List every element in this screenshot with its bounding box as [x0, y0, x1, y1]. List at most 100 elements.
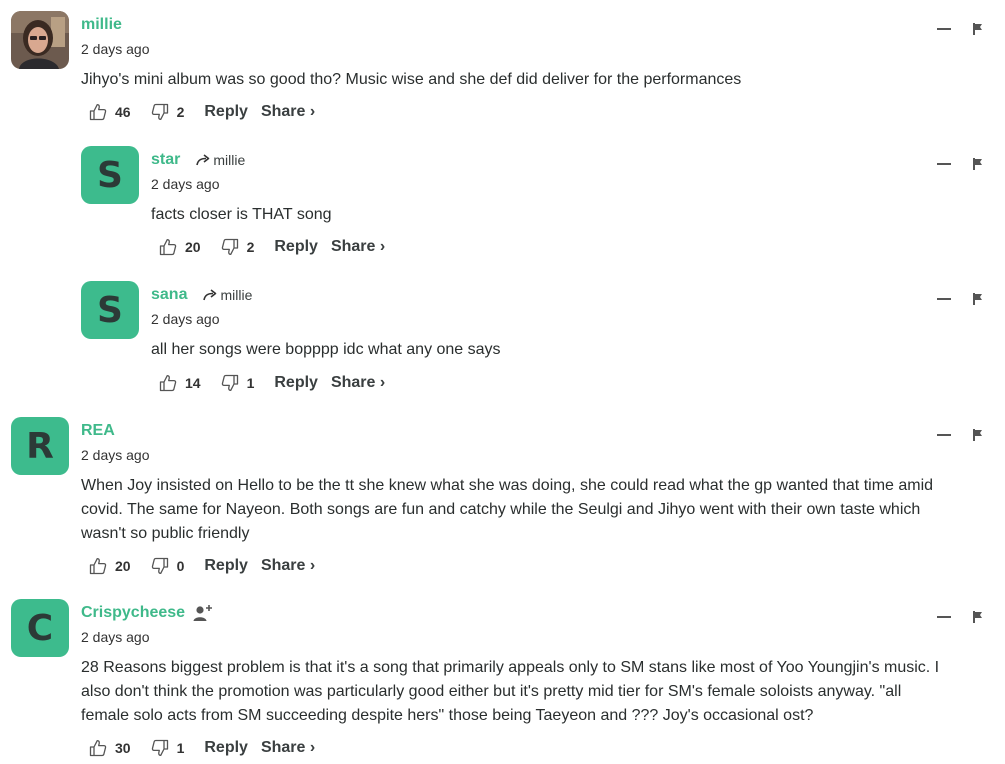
timestamp[interactable]: 2 days ago	[81, 629, 150, 645]
avatar-letter: C	[26, 607, 54, 649]
thumbs-up-icon	[89, 103, 115, 121]
upvote-count: 20	[185, 239, 201, 255]
downvote-button[interactable]: 1	[221, 374, 255, 392]
avatar-letter: R	[26, 425, 54, 467]
flag-icon[interactable]	[973, 611, 983, 623]
minus-icon[interactable]	[937, 163, 951, 165]
avatar[interactable]: S	[81, 146, 139, 204]
reply-button[interactable]: Reply	[274, 374, 318, 392]
timestamp[interactable]: 2 days ago	[151, 311, 220, 327]
comment-text: When Joy insisted on Hello to be the tt …	[81, 474, 933, 546]
reply-button[interactable]: Reply	[204, 557, 248, 575]
flag-icon[interactable]	[973, 429, 983, 441]
comment-actions: 30 1 Reply Share ›	[89, 739, 315, 757]
downvote-button[interactable]: 2	[221, 238, 255, 256]
reply-button[interactable]: Reply	[204, 739, 248, 757]
downvote-count: 1	[176, 740, 185, 756]
reply-to-name: millie	[213, 152, 246, 168]
share-button[interactable]: Share ›	[261, 739, 315, 757]
thumbs-down-icon	[151, 739, 177, 757]
downvote-button[interactable]: 0	[151, 557, 185, 575]
upvote-count: 20	[115, 558, 131, 574]
avatar[interactable]	[11, 11, 69, 69]
timestamp[interactable]: 2 days ago	[81, 447, 150, 463]
reply-to-link[interactable]: millie	[196, 152, 245, 168]
minus-icon[interactable]	[937, 616, 951, 618]
comment-text-line: wasn't so public friendly	[81, 525, 250, 542]
downvote-count: 0	[176, 558, 185, 574]
avatar-letter: S	[97, 289, 123, 331]
thumbs-up-icon	[89, 557, 115, 575]
comment-text-line: When Joy insisted on Hello to be the tt …	[81, 477, 934, 494]
author-name[interactable]: Crispycheese	[81, 604, 185, 622]
comment-text: Jihyo's mini album was so good tho? Musi…	[81, 71, 742, 88]
flag-icon[interactable]	[973, 293, 983, 305]
reply-arrow-icon	[203, 289, 220, 301]
thumbs-down-icon	[151, 557, 177, 575]
comment-text: all her songs were bopppp idc what any o…	[151, 341, 501, 358]
comment-text-line: also don't think the promotion was parti…	[81, 683, 902, 700]
comment-header: Crispycheese	[81, 604, 213, 622]
thumbs-down-icon	[221, 238, 247, 256]
share-button[interactable]: Share ›	[261, 103, 315, 121]
share-button[interactable]: Share ›	[331, 374, 385, 392]
flag-icon[interactable]	[973, 158, 983, 170]
comment-text: facts closer is THAT song	[151, 206, 332, 223]
author-name[interactable]: sana	[151, 286, 187, 304]
comment-text-line: female solo acts from SM succeeding desp…	[81, 707, 814, 724]
downvote-count: 2	[176, 104, 185, 120]
share-button[interactable]: Share ›	[261, 557, 315, 575]
downvote-count: 2	[246, 239, 255, 255]
upvote-button[interactable]: 20	[159, 238, 201, 256]
upvote-count: 30	[115, 740, 131, 756]
comment-header: star millie	[151, 151, 245, 169]
avatar[interactable]: S	[81, 281, 139, 339]
thumbs-down-icon	[151, 103, 177, 121]
minus-icon[interactable]	[937, 434, 951, 436]
add-user-icon[interactable]	[193, 604, 213, 622]
comment-tools	[937, 158, 983, 170]
author-name[interactable]: REA	[81, 422, 115, 440]
comment-tools	[937, 611, 983, 623]
downvote-button[interactable]: 1	[151, 739, 185, 757]
author-name[interactable]: star	[151, 151, 180, 169]
comment-actions: 46 2 Reply Share ›	[89, 103, 315, 121]
comment-tools	[937, 429, 983, 441]
thumbs-down-icon	[221, 374, 247, 392]
minus-icon[interactable]	[937, 298, 951, 300]
comment-actions: 14 1 Reply Share ›	[159, 374, 385, 392]
upvote-count: 14	[185, 375, 201, 391]
thumbs-up-icon	[159, 238, 185, 256]
comment-tools	[937, 23, 983, 35]
flag-icon[interactable]	[973, 23, 983, 35]
upvote-count: 46	[115, 104, 131, 120]
comment-text-line: covid. The same for Nayeon. Both songs a…	[81, 501, 921, 518]
upvote-button[interactable]: 14	[159, 374, 201, 392]
share-button[interactable]: Share ›	[331, 238, 385, 256]
reply-button[interactable]: Reply	[274, 238, 318, 256]
downvote-button[interactable]: 2	[151, 103, 185, 121]
comment-header: REA	[81, 422, 115, 440]
reply-arrow-icon	[196, 154, 213, 166]
comment-tools	[937, 293, 983, 305]
downvote-count: 1	[246, 375, 255, 391]
comment-actions: 20 0 Reply Share ›	[89, 557, 315, 575]
upvote-button[interactable]: 20	[89, 557, 131, 575]
avatar-letter: S	[97, 154, 123, 196]
avatar[interactable]: R	[11, 417, 69, 475]
upvote-button[interactable]: 30	[89, 739, 131, 757]
timestamp[interactable]: 2 days ago	[81, 41, 150, 57]
timestamp[interactable]: 2 days ago	[151, 176, 220, 192]
minus-icon[interactable]	[937, 28, 951, 30]
avatar[interactable]: C	[11, 599, 69, 657]
reply-to-name: millie	[220, 287, 253, 303]
author-name[interactable]: millie	[81, 16, 122, 34]
comment-text: 28 Reasons biggest problem is that it's …	[81, 656, 939, 728]
thumbs-up-icon	[159, 374, 185, 392]
reply-button[interactable]: Reply	[204, 103, 248, 121]
thumbs-up-icon	[89, 739, 115, 757]
comment-header: sana millie	[151, 286, 252, 304]
upvote-button[interactable]: 46	[89, 103, 131, 121]
reply-to-link[interactable]: millie	[203, 287, 252, 303]
comment-actions: 20 2 Reply Share ›	[159, 238, 385, 256]
